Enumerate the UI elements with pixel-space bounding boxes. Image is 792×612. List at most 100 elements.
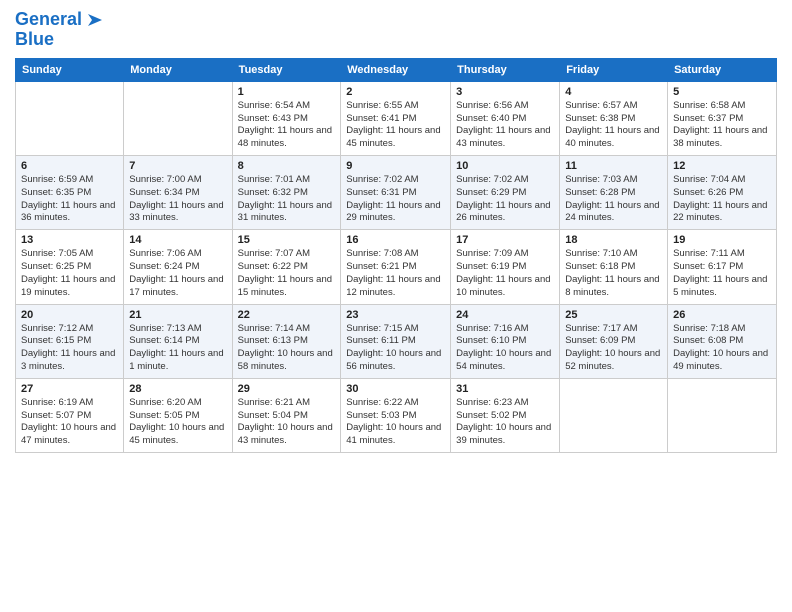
day-info: Sunrise: 6:20 AM Sunset: 5:05 PM Dayligh… <box>129 397 226 448</box>
day-info: Sunrise: 7:01 AM Sunset: 6:32 PM Dayligh… <box>238 174 336 225</box>
calendar-cell: 26Sunrise: 7:18 AM Sunset: 6:08 PM Dayli… <box>668 304 777 378</box>
calendar-cell: 15 Sunrise: 7:07 AM Sunset: 6:22 PM Dayli… <box>232 230 341 304</box>
weekday-header-monday: Monday <box>124 58 232 81</box>
calendar-cell: 8 Sunrise: 7:01 AM Sunset: 6:32 PM Daylig… <box>232 156 341 230</box>
weekday-header-sunday: Sunday <box>16 58 124 81</box>
day-number: 1 <box>238 86 336 98</box>
logo-text: General <box>15 10 82 30</box>
day-info: Sunrise: 7:03 AM Sunset: 6:28 PM Dayligh… <box>565 174 662 225</box>
day-number: 17 <box>456 234 554 246</box>
calendar-week-1: 1Sunrise: 6:54 AM Sunset: 6:43 PM Daylig… <box>16 81 777 155</box>
day-info: Sunrise: 7:02 AM Sunset: 6:31 PM Dayligh… <box>346 174 445 225</box>
day-info: Sunrise: 7:18 AM Sunset: 6:08 PM Dayligh… <box>673 323 771 374</box>
day-info: Sunrise: 6:57 AM Sunset: 6:38 PM Dayligh… <box>565 100 662 151</box>
day-number: 31 <box>456 383 554 395</box>
day-number: 7 <box>129 160 226 172</box>
calendar-cell <box>668 378 777 452</box>
calendar-cell <box>16 81 124 155</box>
calendar-cell <box>560 378 668 452</box>
calendar-cell: 25 Sunrise: 7:17 AM Sunset: 6:09 PM Dayli… <box>560 304 668 378</box>
day-info: Sunrise: 7:02 AM Sunset: 6:29 PM Dayligh… <box>456 174 554 225</box>
day-info: Sunrise: 7:00 AM Sunset: 6:34 PM Dayligh… <box>129 174 226 225</box>
day-info: Sunrise: 6:59 AM Sunset: 6:35 PM Dayligh… <box>21 174 118 225</box>
day-number: 28 <box>129 383 226 395</box>
calendar-cell: 23 Sunrise: 7:15 AM Sunset: 6:11 PM Dayli… <box>341 304 451 378</box>
logo-blue: Blue <box>15 30 54 50</box>
calendar-cell: 6 Sunrise: 6:59 AM Sunset: 6:35 PM Daylig… <box>16 156 124 230</box>
day-info: Sunrise: 7:17 AM Sunset: 6:09 PM Dayligh… <box>565 323 662 374</box>
calendar-cell: 30 Sunrise: 6:22 AM Sunset: 5:03 PM Dayli… <box>341 378 451 452</box>
day-info: Sunrise: 6:21 AM Sunset: 5:04 PM Dayligh… <box>238 397 336 448</box>
calendar-cell: 20 Sunrise: 7:12 AM Sunset: 6:15 PM Dayli… <box>16 304 124 378</box>
day-number: 11 <box>565 160 662 172</box>
header: General Blue <box>15 10 777 50</box>
day-number: 16 <box>346 234 445 246</box>
calendar-cell: 12 Sunrise: 7:04 AM Sunset: 6:26 PM Dayli… <box>668 156 777 230</box>
calendar-week-3: 13 Sunrise: 7:05 AM Sunset: 6:25 PM Dayli… <box>16 230 777 304</box>
day-info: Sunrise: 7:10 AM Sunset: 6:18 PM Dayligh… <box>565 248 662 299</box>
weekday-header-saturday: Saturday <box>668 58 777 81</box>
day-info: Sunrise: 6:55 AM Sunset: 6:41 PM Dayligh… <box>346 100 445 151</box>
day-number: 10 <box>456 160 554 172</box>
day-number: 24 <box>456 309 554 321</box>
day-number: 4 <box>565 86 662 98</box>
calendar-table: SundayMondayTuesdayWednesdayThursdayFrid… <box>15 58 777 453</box>
calendar-cell: 27Sunrise: 6:19 AM Sunset: 5:07 PM Dayli… <box>16 378 124 452</box>
day-number: 15 <box>238 234 336 246</box>
weekday-header-tuesday: Tuesday <box>232 58 341 81</box>
day-number: 2 <box>346 86 445 98</box>
day-info: Sunrise: 7:11 AM Sunset: 6:17 PM Dayligh… <box>673 248 771 299</box>
day-info: Sunrise: 7:07 AM Sunset: 6:22 PM Dayligh… <box>238 248 336 299</box>
calendar-cell: 3Sunrise: 6:56 AM Sunset: 6:40 PM Daylig… <box>451 81 560 155</box>
calendar-cell: 29 Sunrise: 6:21 AM Sunset: 5:04 PM Dayli… <box>232 378 341 452</box>
day-info: Sunrise: 7:04 AM Sunset: 6:26 PM Dayligh… <box>673 174 771 225</box>
calendar-week-5: 27Sunrise: 6:19 AM Sunset: 5:07 PM Dayli… <box>16 378 777 452</box>
calendar-cell: 2 Sunrise: 6:55 AM Sunset: 6:41 PM Daylig… <box>341 81 451 155</box>
weekday-header-row: SundayMondayTuesdayWednesdayThursdayFrid… <box>16 58 777 81</box>
day-number: 18 <box>565 234 662 246</box>
day-info: Sunrise: 7:16 AM Sunset: 6:10 PM Dayligh… <box>456 323 554 374</box>
day-number: 30 <box>346 383 445 395</box>
calendar-week-2: 6 Sunrise: 6:59 AM Sunset: 6:35 PM Daylig… <box>16 156 777 230</box>
day-number: 5 <box>673 86 771 98</box>
day-number: 13 <box>21 234 118 246</box>
day-number: 29 <box>238 383 336 395</box>
day-info: Sunrise: 6:19 AM Sunset: 5:07 PM Dayligh… <box>21 397 118 448</box>
logo-icon <box>84 10 104 30</box>
logo: General Blue <box>15 10 104 50</box>
day-number: 9 <box>346 160 445 172</box>
day-number: 23 <box>346 309 445 321</box>
day-info: Sunrise: 7:12 AM Sunset: 6:15 PM Dayligh… <box>21 323 118 374</box>
day-info: Sunrise: 7:05 AM Sunset: 6:25 PM Dayligh… <box>21 248 118 299</box>
day-number: 20 <box>21 309 118 321</box>
day-info: Sunrise: 6:56 AM Sunset: 6:40 PM Dayligh… <box>456 100 554 151</box>
logo-general: General <box>15 9 82 29</box>
day-number: 22 <box>238 309 336 321</box>
weekday-header-thursday: Thursday <box>451 58 560 81</box>
day-info: Sunrise: 7:14 AM Sunset: 6:13 PM Dayligh… <box>238 323 336 374</box>
day-number: 6 <box>21 160 118 172</box>
calendar-cell: 24 Sunrise: 7:16 AM Sunset: 6:10 PM Dayli… <box>451 304 560 378</box>
calendar-cell: 9 Sunrise: 7:02 AM Sunset: 6:31 PM Daylig… <box>341 156 451 230</box>
day-info: Sunrise: 6:22 AM Sunset: 5:03 PM Dayligh… <box>346 397 445 448</box>
calendar-week-4: 20 Sunrise: 7:12 AM Sunset: 6:15 PM Dayli… <box>16 304 777 378</box>
weekday-header-friday: Friday <box>560 58 668 81</box>
day-number: 14 <box>129 234 226 246</box>
day-info: Sunrise: 6:58 AM Sunset: 6:37 PM Dayligh… <box>673 100 771 151</box>
calendar-cell: 16Sunrise: 7:08 AM Sunset: 6:21 PM Dayli… <box>341 230 451 304</box>
day-info: Sunrise: 6:23 AM Sunset: 5:02 PM Dayligh… <box>456 397 554 448</box>
calendar-cell: 18 Sunrise: 7:10 AM Sunset: 6:18 PM Dayli… <box>560 230 668 304</box>
calendar-cell: 22 Sunrise: 7:14 AM Sunset: 6:13 PM Dayli… <box>232 304 341 378</box>
day-info: Sunrise: 7:06 AM Sunset: 6:24 PM Dayligh… <box>129 248 226 299</box>
calendar-cell: 14 Sunrise: 7:06 AM Sunset: 6:24 PM Dayli… <box>124 230 232 304</box>
day-info: Sunrise: 7:15 AM Sunset: 6:11 PM Dayligh… <box>346 323 445 374</box>
day-number: 12 <box>673 160 771 172</box>
day-number: 25 <box>565 309 662 321</box>
calendar-cell: 7 Sunrise: 7:00 AM Sunset: 6:34 PM Daylig… <box>124 156 232 230</box>
page: General Blue SundayMondayTuesdayWednesda… <box>0 0 792 612</box>
day-info: Sunrise: 7:13 AM Sunset: 6:14 PM Dayligh… <box>129 323 226 374</box>
day-number: 19 <box>673 234 771 246</box>
day-number: 8 <box>238 160 336 172</box>
calendar-cell: 17Sunrise: 7:09 AM Sunset: 6:19 PM Dayli… <box>451 230 560 304</box>
calendar-cell: 1Sunrise: 6:54 AM Sunset: 6:43 PM Daylig… <box>232 81 341 155</box>
